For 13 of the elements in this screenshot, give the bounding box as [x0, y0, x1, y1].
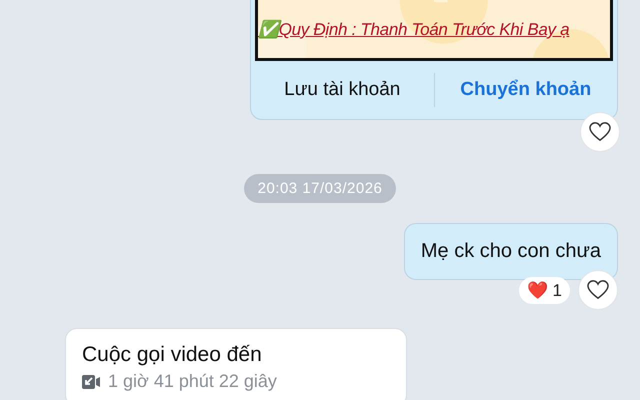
save-account-button[interactable]: Lưu tài khoản — [251, 61, 434, 119]
banner-text: ✅Quy Định : Thanh Toán Trước Khi Bay ạ — [258, 19, 570, 40]
call-title: Cuộc gọi video đến — [82, 343, 263, 367]
reaction-badge[interactable]: ❤ 1 — [518, 276, 570, 304]
timestamp: 20:03 17/03/2026 — [244, 174, 396, 203]
call-duration: 1 giờ 41 phút 22 giây — [108, 371, 277, 392]
message-bubble: Mẹ ck cho con chưa — [404, 223, 618, 280]
like-button[interactable] — [578, 270, 618, 310]
heart-icon — [589, 122, 611, 142]
heart-icon — [587, 280, 609, 300]
transfer-button[interactable]: Chuyển khoản — [434, 61, 617, 119]
like-button[interactable] — [580, 112, 620, 152]
incoming-call-icon — [82, 374, 100, 390]
